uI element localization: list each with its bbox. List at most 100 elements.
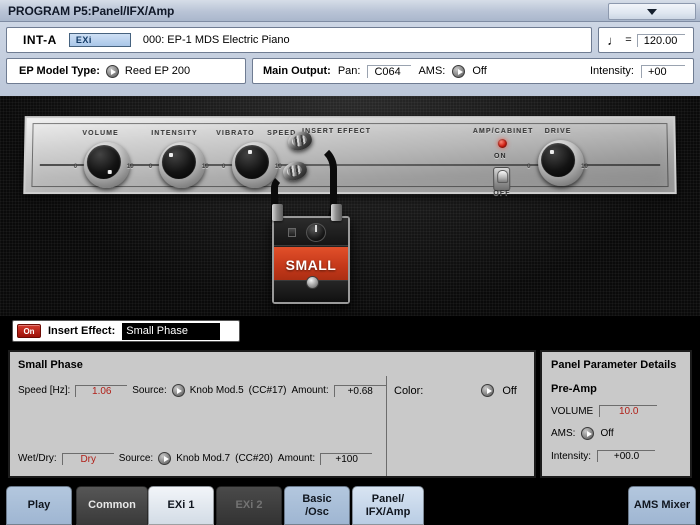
effect-panel-title: Small Phase <box>18 359 83 371</box>
speed-source-value: Knob Mod.5 <box>189 385 244 396</box>
ep-model-type-label: EP Model Type: <box>19 65 100 77</box>
quarter-note-icon: ♩ <box>607 32 621 48</box>
drive-scale-max: 10 <box>581 163 588 171</box>
volume-knob[interactable] <box>83 142 131 189</box>
panel-details-section: Pre-Amp <box>551 383 597 395</box>
speed-amount-value[interactable]: +0.68 <box>333 384 386 397</box>
preamp-intensity-value[interactable]: +00.0 <box>597 450 656 462</box>
knob-pointer <box>248 150 253 155</box>
tab-common[interactable]: Common <box>76 486 148 525</box>
engine-type-badge: EXi <box>68 33 131 47</box>
vibrato-group-label: VIBRATO <box>216 130 255 138</box>
pedal-input-plug <box>272 204 283 221</box>
knob-pointer <box>549 150 554 155</box>
tempo-field[interactable]: ♩ = 120.00 <box>598 27 694 53</box>
pedal-knob[interactable] <box>306 223 326 242</box>
wetdry-cc: (CC#20) <box>235 453 273 464</box>
tab-label-line2: IFX/Amp <box>365 505 411 518</box>
tab-ams-mixer[interactable]: AMS Mixer <box>628 486 696 525</box>
speed-cc: (CC#17) <box>248 385 287 396</box>
speed-value[interactable]: 1.06 <box>75 384 128 397</box>
amp-cabinet-led-icon <box>497 139 507 149</box>
chevron-down-icon <box>647 8 657 15</box>
amp-cabinet-toggle-switch[interactable] <box>493 167 511 192</box>
ep-model-type-field[interactable]: EP Model Type: Reed EP 200 <box>6 58 246 84</box>
insert-effect-on-button[interactable]: On <box>17 324 41 338</box>
drive-scale-min: 0 <box>527 163 531 171</box>
insert-effect-name-field[interactable]: Small Phase <box>122 322 221 340</box>
knob-cap <box>83 142 131 189</box>
intensity-value[interactable]: +00 <box>641 64 685 78</box>
pan-value[interactable]: C064 <box>367 64 412 78</box>
panel-divider <box>386 376 387 476</box>
tab-label-line1: Basic <box>302 493 332 506</box>
amp-faceplate: VOLUME 0 10 INTENSITY 0 10 VIBRATO SPEED… <box>23 116 677 198</box>
pedal-top-section <box>274 218 348 246</box>
preamp-ams-row: AMS: Off <box>551 427 690 440</box>
tempo-value[interactable]: 120.00 <box>636 33 685 47</box>
title-bar: PROGRAM P5:Panel/IFX/Amp <box>0 0 700 22</box>
preamp-volume-value[interactable]: 10.0 <box>599 405 658 417</box>
tab-label-line1: Panel/ <box>371 493 405 506</box>
preamp-volume-label: VOLUME <box>551 405 594 417</box>
wetdry-value[interactable]: Dry <box>61 452 114 465</box>
intensity-knob[interactable] <box>158 142 206 189</box>
speed-scale-max: 10 <box>274 163 282 171</box>
drive-knob-label: DRIVE <box>544 128 572 136</box>
pedal-mini-switch[interactable] <box>288 228 296 237</box>
tab-exi-2: EXi 2 <box>216 486 282 525</box>
drive-knob[interactable] <box>537 140 585 187</box>
speed-parameter-row: Speed [Hz]: 1.06 Source: Knob Mod.5 (CC#… <box>18 384 386 397</box>
amp-cabinet-graphic: VOLUME 0 10 INTENSITY 0 10 VIBRATO SPEED… <box>0 96 700 342</box>
knob-cap <box>158 142 206 189</box>
model-output-row: EP Model Type: Reed EP 200 Main Output: … <box>6 58 694 84</box>
tab-label-line2: /Osc <box>305 505 329 518</box>
korg-program-panel-ifx-amp-screen: PROGRAM P5:Panel/IFX/Amp INT-A EXi 000: … <box>0 0 700 525</box>
popup-arrow-icon[interactable] <box>452 64 466 78</box>
preamp-volume-row: VOLUME 10.0 <box>551 405 690 417</box>
knob-face <box>161 145 197 180</box>
tab-basic-osc[interactable]: Basic /Osc <box>284 486 350 525</box>
main-output-label: Main Output: <box>263 65 331 77</box>
volume-scale-min: 0 <box>73 163 78 171</box>
wetdry-amount-value[interactable]: +100 <box>320 452 373 465</box>
pedal-footswitch[interactable] <box>306 276 319 289</box>
program-select-field[interactable]: INT-A EXi 000: EP-1 MDS Electric Piano <box>6 27 592 53</box>
tab-bar: Play Common EXi 1 EXi 2 Basic /Osc Panel… <box>0 482 700 525</box>
popup-arrow-icon[interactable] <box>171 384 185 397</box>
knob-face <box>540 143 576 178</box>
popup-arrow-icon[interactable] <box>158 452 172 465</box>
main-output-field: Main Output: Pan: C064 AMS: Off Intensit… <box>252 58 694 84</box>
tab-label-line1: EXi 1 <box>167 499 195 512</box>
tab-panel-ifx-amp[interactable]: Panel/ IFX/Amp <box>352 486 424 525</box>
pedal-name: SMALL <box>285 256 337 273</box>
tab-label-line1: Common <box>88 499 136 512</box>
wetdry-source-label: Source: <box>118 453 154 464</box>
tab-exi-1[interactable]: EXi 1 <box>148 486 214 525</box>
speed-knob[interactable] <box>231 142 279 189</box>
popup-arrow-icon[interactable] <box>105 64 119 78</box>
tab-play[interactable]: Play <box>6 486 72 525</box>
amp-off-label: OFF <box>493 190 511 198</box>
amp-cabinet-label: AMP/CABINET <box>472 128 534 136</box>
knob-face <box>234 145 270 180</box>
preamp-ams-label: AMS: <box>551 428 576 439</box>
wetdry-source-value: Knob Mod.7 <box>176 453 231 464</box>
insert-effect-label: INSERT EFFECT <box>302 128 372 136</box>
knob-pointer <box>107 170 112 175</box>
color-parameter-row: Color: Off <box>394 384 517 397</box>
popup-arrow-icon[interactable] <box>581 427 595 440</box>
tab-label-line1: AMS Mixer <box>633 499 691 512</box>
color-value: Off <box>502 384 517 397</box>
page-menu-button[interactable] <box>608 3 696 20</box>
popup-arrow-icon[interactable] <box>481 384 495 397</box>
amp-on-label: ON <box>493 153 507 160</box>
knob-pointer <box>168 153 174 157</box>
insert-effect-label: Insert Effect: <box>48 325 116 337</box>
insert-effect-pedal[interactable]: SMALL <box>272 216 350 304</box>
pedal-output-plug <box>331 204 342 221</box>
header-area: INT-A EXi 000: EP-1 MDS Electric Piano ♩… <box>0 22 700 96</box>
preamp-ams-value: Off <box>600 428 614 439</box>
knob-cap <box>537 140 585 187</box>
effect-parameter-panel: Small Phase Speed [Hz]: 1.06 Source: Kno… <box>8 350 536 478</box>
